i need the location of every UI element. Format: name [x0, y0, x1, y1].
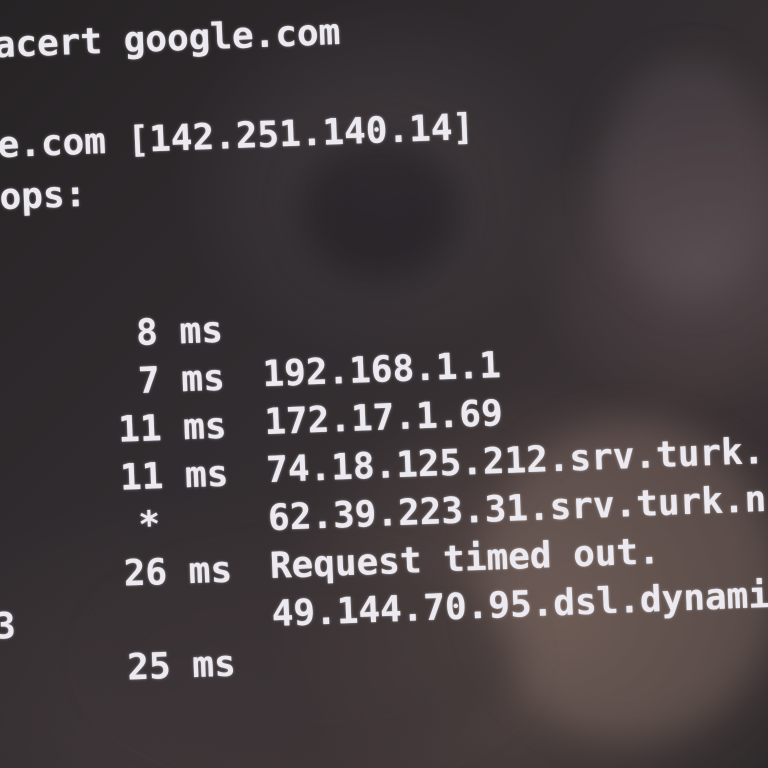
- command-prompt-window[interactable]: acert google.com e.com [142.251.140.14] …: [0, 0, 768, 767]
- route-header: e.com [142.251.140.14]: [0, 106, 475, 167]
- max-hops-line: ops:: [0, 173, 88, 219]
- hop-row: 8 ms 192.168.1.1: [10, 265, 501, 395]
- command-line: acert google.com: [0, 11, 342, 67]
- hop-host: 192.168.1.1: [261, 345, 502, 396]
- hop-row: 26 ms 49.144.70.95.dsl.dynami: [20, 505, 768, 635]
- hop-row: 11 ms 74.18.125.212.srv.turk.: [14, 361, 765, 491]
- hop-number: 3: [0, 605, 17, 648]
- hop-row: 3 25 ms: [0, 553, 236, 689]
- hop-host: 172.17.1.69: [263, 393, 504, 444]
- hop-time: 25 ms: [126, 643, 237, 689]
- hop-row: * Request timed out.: [18, 457, 661, 587]
- monitor-screen-photo: acert google.com e.com [142.251.140.14] …: [0, 0, 768, 768]
- hop-row: 11 ms 62.39.223.31.srv.turk.n: [16, 409, 767, 539]
- hop-row: 7 ms 172.17.1.69: [12, 313, 503, 443]
